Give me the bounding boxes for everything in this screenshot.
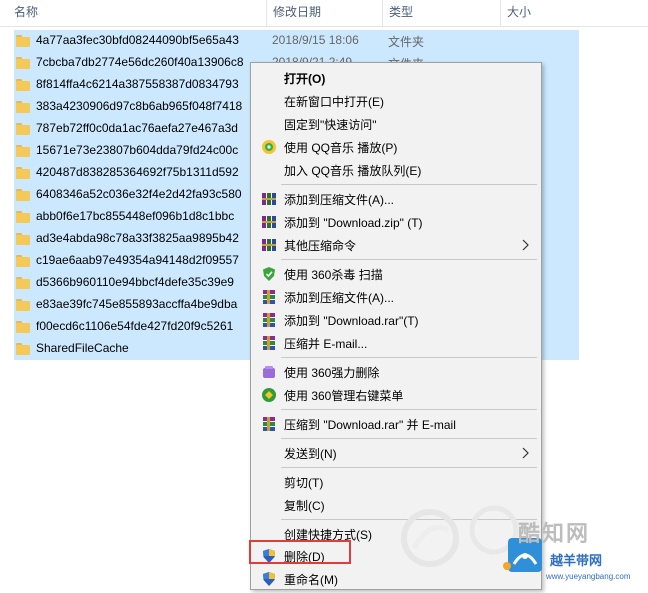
- qq-music-icon: [262, 140, 276, 154]
- menu-item-add-archive-rar[interactable]: 添加到压缩文件(A)...: [253, 286, 541, 308]
- folder-icon: [16, 211, 30, 223]
- menu-item-qq-play[interactable]: 使用 QQ音乐 播放(P): [253, 136, 541, 158]
- file-name: 15671e73e23807b604dda79fd24c00c: [36, 143, 239, 157]
- folder-icon: [16, 233, 30, 245]
- uac-shield-icon: [263, 572, 275, 586]
- file-name: abb0f6e17bc855448ef096b1d8c1bbc: [36, 209, 235, 223]
- file-name: e83ae39fc745e855893accffa4be9dba: [36, 297, 238, 311]
- file-name: c19ae6aab97e49354a94148d2f09557: [36, 253, 239, 267]
- menu-item-label: 添加到压缩文件(A)...: [284, 291, 394, 305]
- force-delete-icon: [263, 366, 275, 378]
- menu-item-add-rar[interactable]: 添加到 "Download.rar"(T): [253, 309, 541, 331]
- menu-item-other-compress[interactable]: 其他压缩命令: [253, 234, 541, 256]
- folder-icon: [16, 145, 30, 157]
- col-size-header[interactable]: 大小: [500, 0, 648, 26]
- delete-highlight-box: [249, 540, 351, 564]
- menu-item-label: 添加到 "Download.rar"(T): [284, 314, 419, 328]
- menu-item-label: 加入 QQ音乐 播放队列(E): [284, 164, 422, 178]
- menu-item-label: 其他压缩命令: [284, 239, 357, 253]
- file-name: f00ecd6c1106e54fde427fd20f9c5261: [36, 319, 234, 333]
- chevron-right-icon: [522, 239, 529, 251]
- winrar-books-icon: [262, 216, 276, 228]
- watermark-url: www.yueyangbang.com: [546, 572, 631, 581]
- menu-item-label: 在新窗口中打开(E): [284, 95, 384, 109]
- menu-item-label: 压缩到 "Download.rar" 并 E-mail: [284, 418, 456, 432]
- menu-item-360-scan[interactable]: 使用 360杀毒 扫描: [253, 263, 541, 285]
- folder-icon: [16, 321, 30, 333]
- folder-icon: [16, 343, 30, 355]
- winrar-books-icon: [262, 193, 276, 205]
- menu-item-label: 复制(C): [284, 499, 325, 513]
- file-type: 文件夹: [388, 35, 425, 49]
- file-name: 8f814ffa4c6214a387558387d0834793: [36, 77, 239, 91]
- menu-item-360-force-delete[interactable]: 使用 360强力删除: [253, 361, 541, 383]
- menu-item-label: 压缩并 E-mail...: [284, 337, 368, 351]
- file-name: 420487d838285364692f75b1311d592: [36, 165, 239, 179]
- menu-item-label: 使用 360管理右键菜单: [284, 389, 404, 403]
- menu-item-compress-email[interactable]: 压缩并 E-mail...: [253, 332, 541, 354]
- file-name: 383a4230906d97c8b6ab965f048f7418: [36, 99, 243, 113]
- menu-separator: [281, 184, 537, 185]
- menu-item-label: 使用 360杀毒 扫描: [284, 268, 383, 282]
- menu-item-label: 添加到压缩文件(A)...: [284, 193, 394, 207]
- menu-item-send-to[interactable]: 发送到(N): [253, 442, 541, 464]
- winrar-stack-icon: [263, 336, 275, 350]
- folder-icon: [16, 167, 30, 179]
- menu-item-add-archive[interactable]: 添加到压缩文件(A)...: [253, 188, 541, 210]
- watermark-brand: 酷知网: [518, 521, 591, 546]
- winrar-stack-icon: [263, 417, 275, 431]
- col-name-header[interactable]: 名称: [8, 0, 266, 26]
- chevron-right-icon: [522, 447, 529, 459]
- menu-item-open-new-window[interactable]: 在新窗口中打开(E): [253, 90, 541, 112]
- file-name: ad3e4abda98c78a33f3825aa9895b42: [36, 231, 239, 245]
- file-name: SharedFileCache: [36, 341, 129, 355]
- shield-360-icon: [263, 267, 275, 281]
- file-row[interactable]: 4a77aa3fec30bfd08244090bf5e65a43 2018/9/…: [14, 30, 579, 52]
- col-date-header[interactable]: 修改日期: [266, 0, 382, 26]
- menu-item-add-zip[interactable]: 添加到 "Download.zip" (T): [253, 211, 541, 233]
- menu-item-label: 使用 QQ音乐 播放(P): [284, 141, 398, 155]
- menu-separator: [281, 467, 537, 468]
- menu-item-label: 使用 360强力删除: [284, 366, 380, 380]
- menu-item-open[interactable]: 打开(O): [253, 67, 541, 89]
- folder-icon: [16, 101, 30, 113]
- file-name: 4a77aa3fec30bfd08244090bf5e65a43: [36, 33, 239, 47]
- folder-icon: [16, 277, 30, 289]
- winrar-stack-icon: [263, 290, 275, 304]
- folder-icon: [16, 57, 30, 69]
- file-name: 787eb72ff0c0da1ac76aefa27e467a3d: [36, 121, 238, 135]
- watermark: 酷知网 越羊带网 www.yueyangbang.com: [400, 490, 648, 590]
- menu-item-label: 固定到"快速访问": [284, 118, 377, 132]
- winrar-books-icon: [262, 239, 276, 251]
- col-type-header[interactable]: 类型: [382, 0, 500, 26]
- folder-icon: [16, 35, 30, 47]
- menu-separator: [281, 438, 537, 439]
- watermark-brand-secondary: 越羊带网: [550, 553, 603, 568]
- file-name: d5366b960110e94bbcf4defe35c39e9: [36, 275, 234, 289]
- file-date: 2018/9/15 18:06: [272, 33, 359, 47]
- menu-item-label: 重命名(M): [284, 573, 338, 587]
- menu-item-label: 发送到(N): [284, 447, 337, 461]
- menu-separator: [281, 357, 537, 358]
- menu-separator: [281, 259, 537, 260]
- menu-manager-icon: [262, 388, 276, 402]
- file-name: 7cbcba7db2774e56dc260f40a13906c8: [36, 55, 244, 69]
- menu-item-label: 打开(O): [284, 72, 326, 86]
- folder-icon: [16, 255, 30, 267]
- menu-item-pin-quick-access[interactable]: 固定到"快速访问": [253, 113, 541, 135]
- menu-separator: [281, 409, 537, 410]
- menu-item-label: 添加到 "Download.zip" (T): [284, 216, 423, 230]
- folder-icon: [16, 189, 30, 201]
- folder-icon: [16, 123, 30, 135]
- menu-item-qq-queue[interactable]: 加入 QQ音乐 播放队列(E): [253, 159, 541, 181]
- folder-icon: [16, 299, 30, 311]
- folder-icon: [16, 79, 30, 91]
- menu-item-compress-rar-email[interactable]: 压缩到 "Download.rar" 并 E-mail: [253, 413, 541, 435]
- column-header: 名称 修改日期 类型 大小: [0, 0, 648, 27]
- winrar-stack-icon: [263, 313, 275, 327]
- menu-item-360-manage-menu[interactable]: 使用 360管理右键菜单: [253, 384, 541, 406]
- file-name: 6408346a52c036e32f4e2d42fa93c580: [36, 187, 242, 201]
- menu-item-label: 剪切(T): [284, 476, 324, 490]
